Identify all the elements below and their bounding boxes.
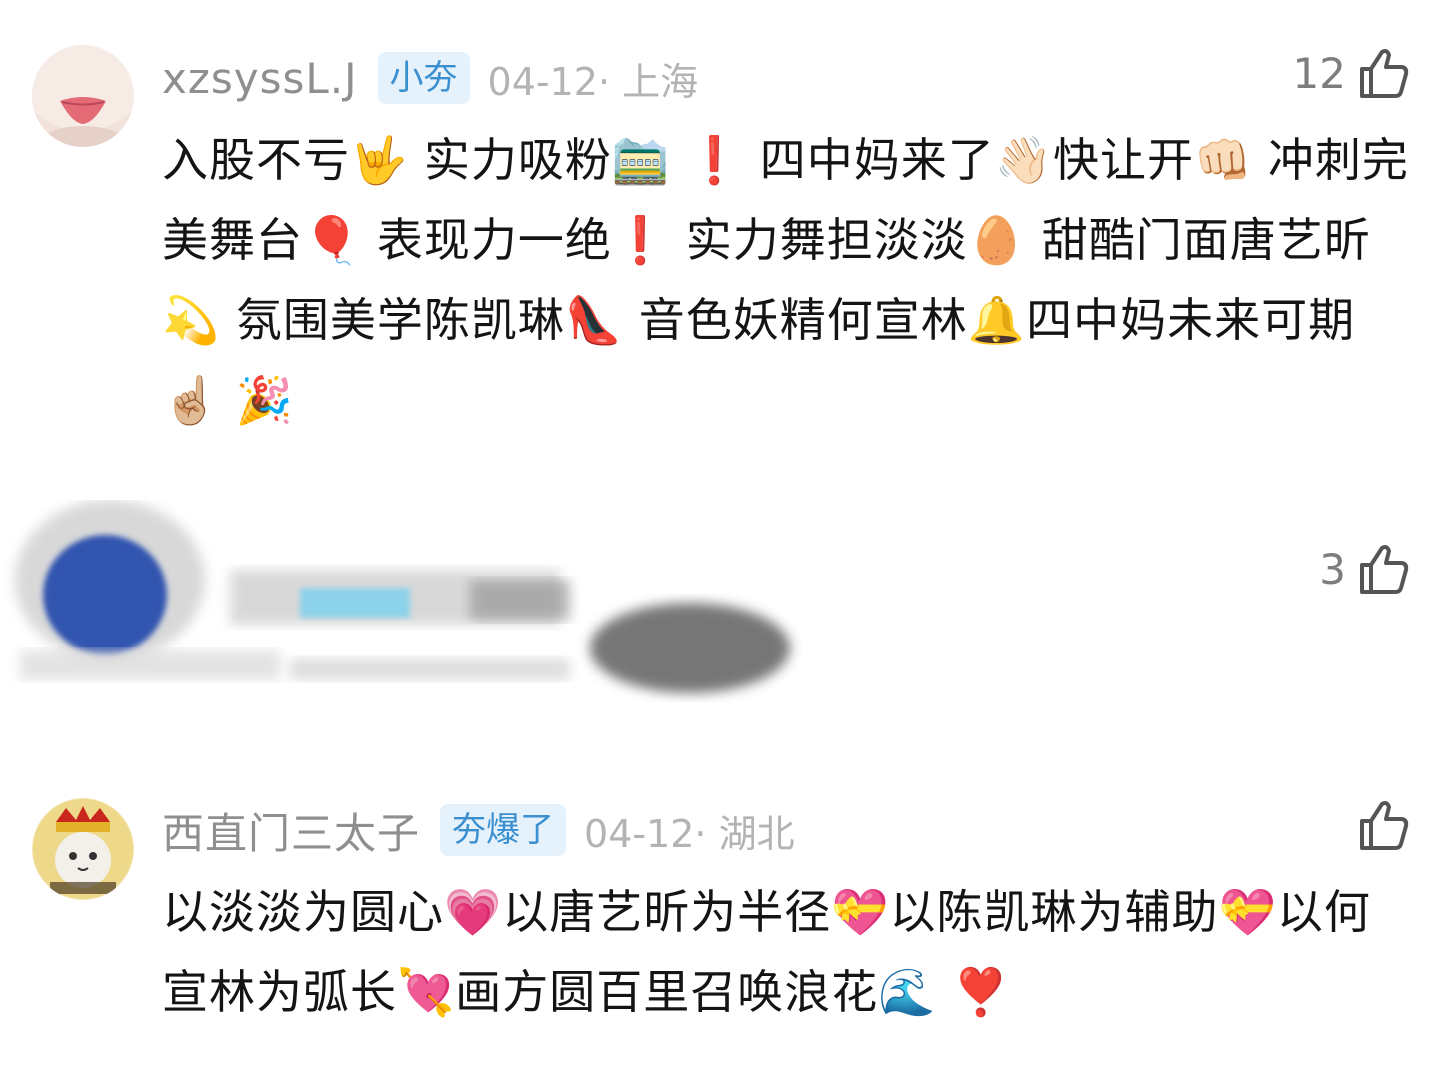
avatar[interactable]	[32, 45, 134, 147]
redacted-comment: 3	[0, 500, 1440, 730]
thumbs-up-icon	[1356, 46, 1410, 100]
like-button[interactable]	[1346, 798, 1410, 852]
redaction-scribble	[15, 500, 790, 693]
username[interactable]: xzsyssL.J	[162, 54, 358, 103]
comment-text: 以淡淡为圆心💗以唐艺昕为半径💝以陈凯琳为辅助💝以何宣林为弧长💘画方圆百里召唤浪花…	[162, 885, 1371, 1019]
comment-item: xzsyssL.J 小夯 04-12· 上海 12 入股不亏🤟 实力吸粉🚞 ❗ …	[0, 0, 1440, 470]
comment-meta: xzsyssL.J 小夯 04-12· 上海	[162, 48, 698, 108]
thumbs-up-icon	[1356, 798, 1410, 852]
comment-date-location: 04-12· 湖北	[584, 811, 795, 856]
comment-meta: 西直门三太子 夯爆了 04-12· 湖北	[162, 800, 795, 860]
user-badge: 夯爆了	[440, 804, 567, 856]
comment-text: 入股不亏🤟 实力吸粉🚞 ❗ 四中妈来了👋🏻快让开👊🏻 冲刺完美舞台🎈 表现力一绝…	[162, 133, 1409, 427]
username[interactable]: 西直门三太子	[162, 800, 420, 861]
like-button[interactable]: 12	[1293, 46, 1410, 100]
avatar[interactable]	[32, 798, 134, 900]
like-count: 3	[1319, 544, 1346, 594]
comment-item: 西直门三太子 夯爆了 04-12· 湖北 以淡淡为圆心💗以唐艺昕为半径💝以陈凯琳…	[0, 780, 1440, 1080]
user-badge: 小夯	[377, 52, 470, 104]
thumbs-up-icon	[1356, 542, 1410, 596]
comment-date-location: 04-12· 上海	[487, 59, 699, 104]
like-button[interactable]: 3	[1319, 542, 1410, 596]
like-count: 12	[1292, 48, 1346, 98]
